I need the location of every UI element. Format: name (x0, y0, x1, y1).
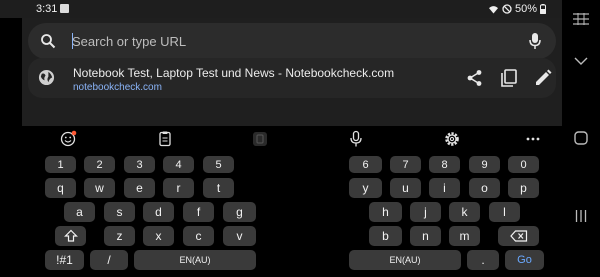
key-6[interactable]: 6 (349, 156, 382, 173)
key-v[interactable]: v (223, 226, 256, 246)
share-icon[interactable] (465, 68, 485, 88)
settings-icon[interactable] (443, 130, 461, 148)
search-icon (41, 34, 56, 49)
shift-key[interactable] (55, 226, 86, 246)
key-k[interactable]: k (449, 202, 480, 222)
space-bar-right[interactable]: EN(AU) (349, 250, 461, 270)
voice-icon[interactable] (347, 130, 365, 148)
key-t[interactable]: t (203, 178, 234, 198)
status-bar: 3:31 50% (0, 0, 562, 18)
keyboard: 1 2 3 4 5 q w e r t a s d f g z x c v !#… (22, 150, 562, 277)
key-x[interactable]: x (143, 226, 174, 246)
key-3[interactable]: 3 (124, 156, 155, 173)
more-icon[interactable] (524, 130, 542, 148)
slash-key[interactable]: / (90, 250, 128, 270)
key-e[interactable]: e (124, 178, 155, 198)
key-0[interactable]: 0 (508, 156, 539, 173)
key-u[interactable]: u (390, 178, 421, 198)
key-c[interactable]: c (183, 226, 214, 246)
chevron-down-icon[interactable] (574, 57, 588, 65)
navigation-bar (562, 0, 600, 277)
battery-percent: 50% (514, 3, 537, 15)
backspace-icon (509, 230, 527, 242)
suggestion-url: notebookcheck.com (73, 82, 162, 93)
search-bar[interactable] (28, 23, 556, 59)
suggestion-title: Notebook Test, Laptop Test und News - No… (73, 66, 395, 80)
backspace-key[interactable] (498, 226, 539, 246)
key-o[interactable]: o (469, 178, 500, 198)
key-b[interactable]: b (369, 226, 402, 246)
key-q[interactable]: q (45, 178, 76, 198)
key-m[interactable]: m (449, 226, 480, 246)
copy-icon[interactable] (499, 68, 519, 88)
edit-icon[interactable] (533, 68, 553, 88)
clipboard-icon[interactable] (156, 130, 174, 148)
key-r[interactable]: r (163, 178, 194, 198)
key-i[interactable]: i (429, 178, 460, 198)
key-d[interactable]: d (143, 202, 174, 222)
one-handed-icon[interactable] (251, 130, 269, 148)
key-8[interactable]: 8 (429, 156, 460, 173)
key-l[interactable]: l (489, 202, 520, 222)
status-right: 50% (488, 3, 546, 15)
key-h[interactable]: h (369, 202, 402, 222)
key-2[interactable]: 2 (84, 156, 115, 173)
key-s[interactable]: s (104, 202, 135, 222)
recents-icon[interactable] (575, 209, 587, 223)
period-key[interactable]: . (467, 250, 499, 270)
image-icon (60, 4, 69, 13)
emoji-icon[interactable] (59, 130, 77, 148)
key-w[interactable]: w (84, 178, 115, 198)
globe-icon (38, 69, 55, 86)
browser-panel: Notebook Test, Laptop Test und News - No… (22, 18, 562, 126)
battery-icon (540, 4, 546, 14)
key-5[interactable]: 5 (203, 156, 234, 173)
mic-icon[interactable] (528, 32, 542, 50)
screen: 3:31 50% Notebook Test, Laptop Test und … (0, 0, 562, 277)
status-time: 3:31 (36, 3, 58, 15)
shift-icon (63, 229, 78, 242)
key-4[interactable]: 4 (163, 156, 194, 173)
wifi-icon (488, 5, 498, 14)
go-key[interactable]: Go (505, 250, 544, 270)
text-cursor (72, 33, 73, 49)
key-g[interactable]: g (223, 202, 256, 222)
space-bar-left[interactable]: EN(AU) (134, 250, 256, 270)
key-j[interactable]: j (410, 202, 441, 222)
key-n[interactable]: n (410, 226, 441, 246)
key-f[interactable]: f (183, 202, 214, 222)
dnd-icon (502, 4, 512, 14)
key-a[interactable]: a (64, 202, 95, 222)
key-1[interactable]: 1 (45, 156, 76, 173)
symbols-key[interactable]: !#1 (45, 250, 84, 270)
key-z[interactable]: z (104, 226, 135, 246)
home-icon[interactable] (574, 131, 588, 145)
url-input[interactable] (72, 31, 512, 51)
key-7[interactable]: 7 (390, 156, 421, 173)
key-p[interactable]: p (508, 178, 539, 198)
keyboard-toolbar (22, 128, 562, 150)
split-screen-icon[interactable] (573, 13, 589, 25)
key-9[interactable]: 9 (469, 156, 500, 173)
url-suggestion[interactable]: Notebook Test, Laptop Test und News - No… (28, 58, 556, 98)
key-y[interactable]: y (349, 178, 382, 198)
